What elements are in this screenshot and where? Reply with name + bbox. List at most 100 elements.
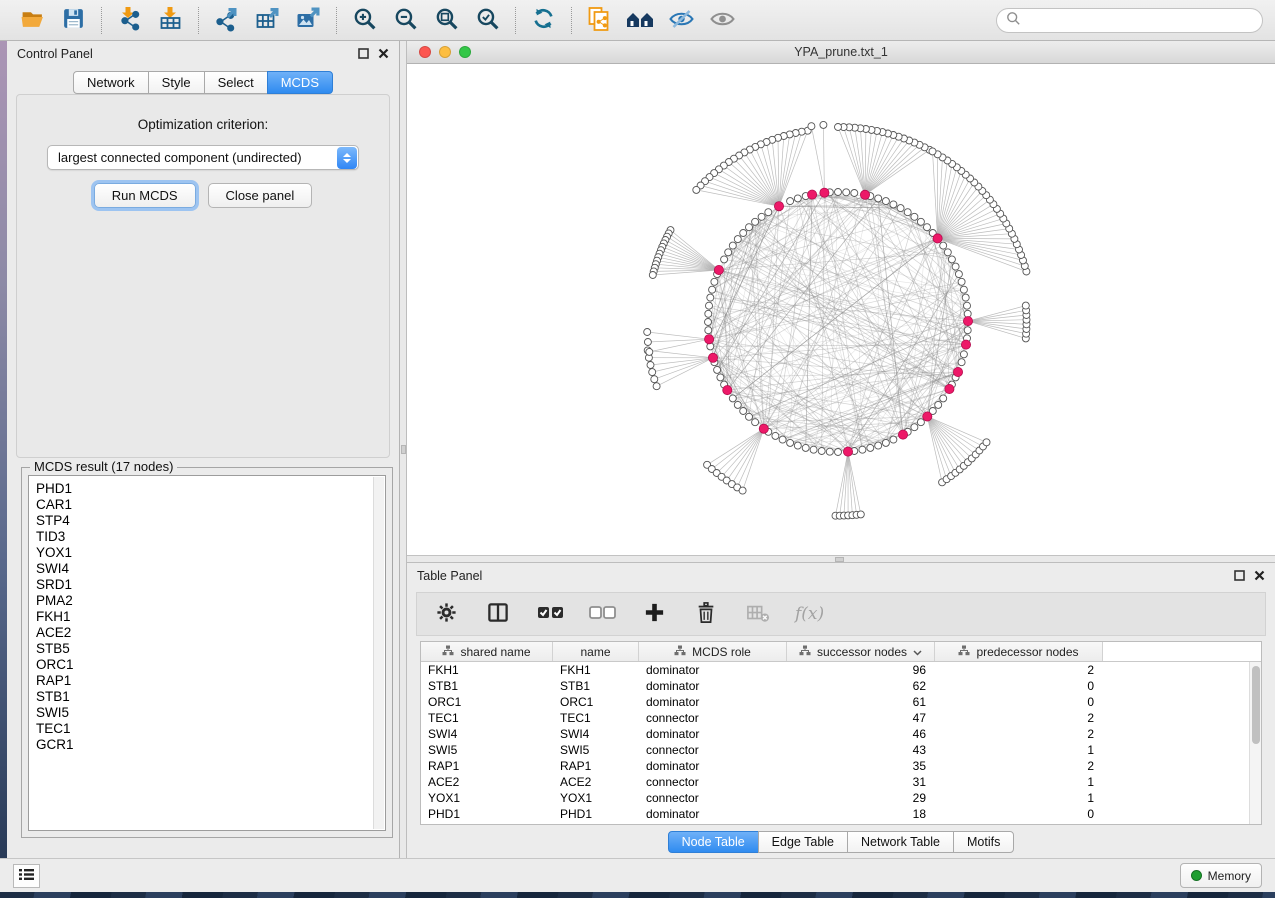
add-row-button[interactable] xyxy=(641,601,667,627)
network-hub-node[interactable] xyxy=(961,340,970,349)
network-hub-node[interactable] xyxy=(923,412,932,421)
network-node[interactable] xyxy=(875,195,882,202)
network-node[interactable] xyxy=(651,376,658,383)
minimize-window-icon[interactable] xyxy=(439,46,451,58)
network-node[interactable] xyxy=(787,439,794,446)
search-input[interactable] xyxy=(1027,13,1253,27)
network-node[interactable] xyxy=(944,249,951,256)
network-hub-node[interactable] xyxy=(708,353,717,362)
network-node[interactable] xyxy=(772,432,779,439)
network-hub-node[interactable] xyxy=(860,190,869,199)
network-node[interactable] xyxy=(644,329,651,336)
tab-network[interactable]: Network xyxy=(73,71,149,94)
mcds-result-list[interactable]: PHD1CAR1STP4TID3YOX1SWI4SRD1PMA2FKH1ACE2… xyxy=(28,475,386,831)
network-node[interactable] xyxy=(693,186,700,193)
save-session-button[interactable] xyxy=(53,4,94,37)
import-network-button[interactable] xyxy=(109,4,150,37)
mcds-result-item[interactable]: SWI5 xyxy=(36,705,385,721)
tab-edge-table[interactable]: Edge Table xyxy=(758,831,848,853)
column-header-name[interactable]: name xyxy=(553,642,639,661)
network-node[interactable] xyxy=(729,395,736,402)
network-node[interactable] xyxy=(649,369,656,376)
mcds-result-item[interactable]: ORC1 xyxy=(36,657,385,673)
network-node[interactable] xyxy=(917,419,924,426)
network-node[interactable] xyxy=(820,121,827,128)
zoom-selected-button[interactable] xyxy=(467,4,508,37)
network-node[interactable] xyxy=(835,189,842,196)
result-list-scrollbar[interactable] xyxy=(373,477,384,829)
network-node[interactable] xyxy=(709,286,716,293)
network-hub-node[interactable] xyxy=(759,424,768,433)
network-hub-node[interactable] xyxy=(963,317,972,326)
float-table-panel-icon[interactable] xyxy=(1234,569,1245,584)
duplicate-network-button[interactable] xyxy=(579,4,620,37)
table-row[interactable]: SWI5SWI5connector431 xyxy=(421,742,1261,758)
network-node[interactable] xyxy=(890,436,897,443)
show-all-button[interactable] xyxy=(702,4,743,37)
network-node[interactable] xyxy=(875,442,882,449)
task-history-button[interactable] xyxy=(13,864,40,888)
network-hub-node[interactable] xyxy=(898,430,907,439)
mcds-result-item[interactable]: RAP1 xyxy=(36,673,385,689)
mcds-result-item[interactable]: YOX1 xyxy=(36,545,385,561)
network-node[interactable] xyxy=(794,195,801,202)
network-node[interactable] xyxy=(958,359,965,366)
network-hub-node[interactable] xyxy=(933,234,942,243)
mcds-result-item[interactable]: PMA2 xyxy=(36,593,385,609)
mcds-result-item[interactable]: PHD1 xyxy=(36,481,385,497)
table-scrollbar-thumb[interactable] xyxy=(1252,666,1260,744)
horizontal-splitter[interactable] xyxy=(407,555,1275,563)
network-node[interactable] xyxy=(746,413,753,420)
export-image-button[interactable] xyxy=(288,4,329,37)
close-window-icon[interactable] xyxy=(419,46,431,58)
network-node[interactable] xyxy=(818,448,825,455)
table-row[interactable]: ORC1ORC1dominator610 xyxy=(421,694,1261,710)
export-network-button[interactable] xyxy=(206,4,247,37)
network-node[interactable] xyxy=(705,319,712,326)
vertical-splitter[interactable] xyxy=(400,41,407,858)
network-hub-node[interactable] xyxy=(774,202,783,211)
network-node[interactable] xyxy=(714,366,721,373)
network-hub-node[interactable] xyxy=(705,335,714,344)
network-node[interactable] xyxy=(1022,302,1029,309)
zoom-in-button[interactable] xyxy=(344,4,385,37)
network-hub-node[interactable] xyxy=(953,367,962,376)
network-node[interactable] xyxy=(867,444,874,451)
network-hub-node[interactable] xyxy=(808,190,817,199)
mcds-result-item[interactable]: STB5 xyxy=(36,641,385,657)
open-file-button[interactable] xyxy=(12,4,53,37)
mcds-result-item[interactable]: STP4 xyxy=(36,513,385,529)
network-node[interactable] xyxy=(758,213,765,220)
tab-select[interactable]: Select xyxy=(204,71,268,94)
network-node[interactable] xyxy=(721,256,728,263)
first-neighbors-button[interactable] xyxy=(620,4,661,37)
zoom-fit-button[interactable] xyxy=(426,4,467,37)
delete-row-button[interactable] xyxy=(693,601,719,627)
run-mcds-button[interactable]: Run MCDS xyxy=(94,183,196,208)
network-hub-node[interactable] xyxy=(714,265,723,274)
tab-mcds[interactable]: MCDS xyxy=(267,71,333,94)
deselect-all-button[interactable] xyxy=(589,601,615,627)
mcds-result-item[interactable]: CAR1 xyxy=(36,497,385,513)
network-node[interactable] xyxy=(740,230,747,237)
close-table-panel-icon[interactable] xyxy=(1254,569,1265,584)
network-node[interactable] xyxy=(787,198,794,205)
search-box[interactable] xyxy=(996,8,1263,33)
network-node[interactable] xyxy=(960,286,967,293)
table-row[interactable]: ACE2ACE2connector311 xyxy=(421,774,1261,790)
mcds-result-item[interactable]: TID3 xyxy=(36,529,385,545)
network-node[interactable] xyxy=(955,271,962,278)
network-node[interactable] xyxy=(705,310,712,317)
network-node[interactable] xyxy=(808,123,815,130)
table-row[interactable]: PHD1PHD1dominator180 xyxy=(421,806,1261,822)
network-node[interactable] xyxy=(647,362,654,369)
mcds-result-item[interactable]: SWI4 xyxy=(36,561,385,577)
network-node[interactable] xyxy=(653,383,660,390)
network-node[interactable] xyxy=(734,401,741,408)
network-node[interactable] xyxy=(911,424,918,431)
mcds-result-item[interactable]: ACE2 xyxy=(36,625,385,641)
network-node[interactable] xyxy=(802,444,809,451)
network-node[interactable] xyxy=(835,449,842,456)
mcds-result-item[interactable]: TEC1 xyxy=(36,721,385,737)
network-node[interactable] xyxy=(890,201,897,208)
